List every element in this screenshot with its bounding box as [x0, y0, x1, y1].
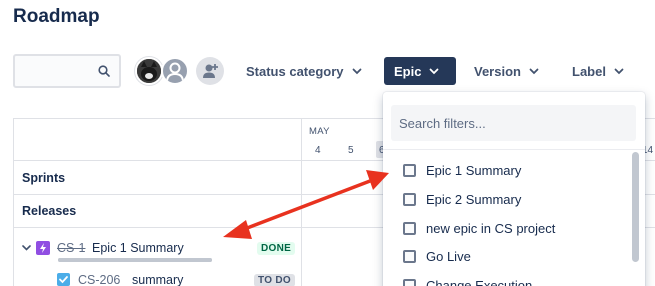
search-field[interactable] [13, 54, 121, 88]
search-icon [98, 65, 110, 77]
label-filter[interactable]: Label [564, 57, 632, 85]
option-label: Epic 1 Summary [426, 162, 522, 178]
dropdown-scrollbar[interactable] [632, 152, 639, 262]
filter-label: Label [572, 63, 606, 79]
task-icon [57, 273, 70, 286]
epic-progress-bar [58, 258, 212, 262]
status-category-filter[interactable]: Status category [238, 57, 370, 85]
option-label: Go Live [426, 248, 471, 264]
option-label: Change Execution [426, 277, 533, 286]
issue-summary[interactable]: summary [132, 273, 183, 286]
epic-filter-dropdown: Epic 1 Summary Epic 2 Summary new epic i… [383, 92, 645, 286]
epic-option[interactable]: Go Live [403, 245, 471, 267]
status-badge: DONE [257, 242, 296, 255]
add-people-button[interactable] [196, 57, 224, 85]
epic-option[interactable]: Epic 2 Summary [403, 188, 521, 210]
progress-fill [58, 258, 212, 262]
chevron-down-icon [352, 68, 361, 74]
avatar[interactable] [135, 57, 163, 85]
checkbox[interactable] [403, 192, 416, 206]
chevron-down-icon [529, 68, 539, 74]
option-label: Epic 2 Summary [426, 191, 522, 207]
chevron-down-icon [614, 68, 624, 74]
cat-avatar-icon [137, 59, 161, 83]
checkbox[interactable] [403, 249, 416, 263]
status-badge: TO DO [254, 274, 295, 286]
filter-label: Epic [394, 63, 422, 79]
month-label: MAY [309, 126, 330, 137]
epic-key[interactable]: CS-1 [57, 241, 85, 255]
issue-row[interactable]: CS-206 summary TO DO [14, 269, 302, 286]
filter-label: Status category [246, 63, 344, 79]
epic-icon [36, 241, 50, 255]
user-icon [166, 62, 184, 83]
releases-row-label: Releases [22, 204, 77, 218]
dropdown-divider [383, 149, 645, 150]
sprints-row-label: Sprints [22, 171, 66, 185]
filter-search-input[interactable] [391, 105, 636, 141]
chevron-down-icon[interactable] [22, 245, 31, 251]
epic-summary[interactable]: Epic 1 Summary [92, 241, 184, 255]
filter-label: Version [474, 63, 521, 79]
checkbox[interactable] [403, 278, 416, 286]
epic-filter[interactable]: Epic [384, 57, 456, 85]
checkbox[interactable] [403, 163, 416, 177]
issue-key[interactable]: CS-206 [78, 273, 120, 286]
version-filter[interactable]: Version [466, 57, 547, 85]
option-label: new epic in CS project [426, 220, 556, 236]
search-input[interactable] [15, 56, 95, 86]
epic-option[interactable]: new epic in CS project [403, 217, 555, 239]
page-title: Roadmap [13, 6, 100, 27]
epic-option[interactable]: Epic 1 Summary [403, 159, 521, 181]
epic-option[interactable]: Change Execution [403, 274, 532, 286]
avatar[interactable] [161, 57, 189, 85]
add-user-icon [203, 64, 218, 78]
checkbox[interactable] [403, 221, 416, 235]
day-label: 4 [315, 145, 321, 156]
chevron-down-icon [430, 68, 439, 74]
day-label: 5 [348, 145, 354, 156]
